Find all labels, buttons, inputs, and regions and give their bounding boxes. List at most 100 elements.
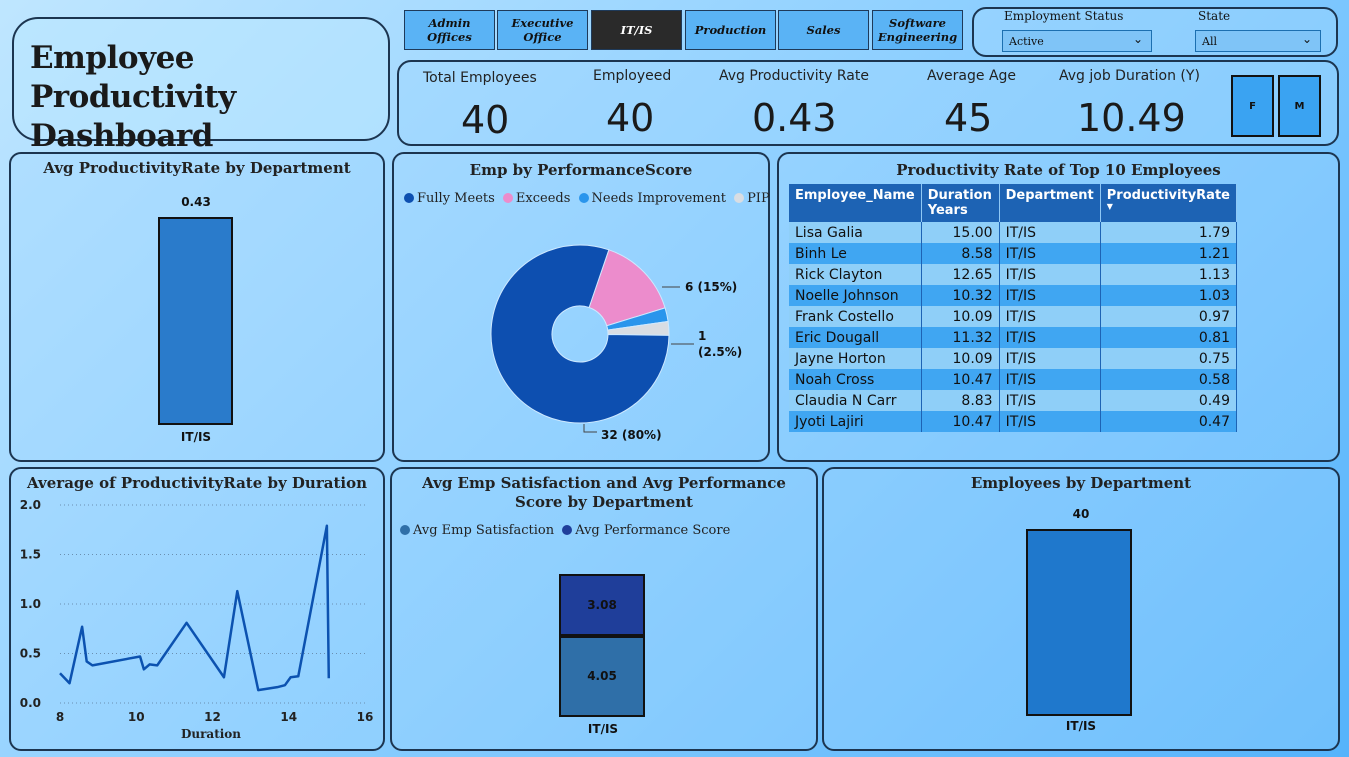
kpi-total-employees-value: 40 [461, 98, 510, 142]
kpi-age-value: 45 [944, 96, 993, 140]
table-cell: IT/IS [999, 411, 1101, 432]
table-cell: 10.09 [921, 306, 1000, 327]
table-cell: 10.47 [921, 369, 1000, 390]
table-header-row: Employee_Name Duration Years Department … [789, 184, 1238, 222]
top10-table: Employee_Name Duration Years Department … [789, 184, 1238, 432]
bar-it-is [158, 217, 233, 425]
x-tick-label: 8 [56, 710, 64, 724]
table-cell: IT/IS [999, 390, 1101, 411]
table-cell: 12.65 [921, 264, 1000, 285]
kpi-total-employees-label: Total Employees [423, 70, 537, 86]
table-cell: Frank Costello [789, 306, 922, 327]
category-label: IT/IS [180, 430, 212, 444]
table-cell: 0.58 [1100, 369, 1238, 390]
x-tick-label: 16 [357, 710, 374, 724]
column-header[interactable]: Department [999, 184, 1101, 222]
kpi-duration-value: 10.49 [1077, 96, 1186, 140]
pie-data-label-percent: (2.5%) [698, 345, 742, 359]
series-line[interactable] [59, 524, 331, 692]
y-tick-label: 0.5 [20, 647, 41, 661]
table-cell: Eric Dougall [789, 327, 922, 348]
tab-executive-office[interactable]: Executive Office [497, 10, 588, 50]
satisfaction-performance-card: Avg Emp Satisfaction and Avg Performance… [390, 467, 818, 751]
table-row[interactable]: Noah Cross 10.47 IT/IS 0.58 [789, 369, 1238, 390]
table-row[interactable]: Binh Le 8.58 IT/IS 1.21 [789, 243, 1238, 264]
table-row[interactable]: Frank Costello 10.09 IT/IS 0.97 [789, 306, 1238, 327]
kpi-employed-label: Employeed [593, 68, 672, 84]
employees-by-department-card: Employees by Department 40 IT/IS [822, 467, 1340, 751]
chart-title: Productivity Rate of Top 10 Employees [896, 161, 1221, 179]
line-chart: 0.0 0.5 1.0 1.5 2.0 8 10 12 14 16 [20, 498, 374, 724]
table-cell: Rick Clayton [789, 264, 922, 285]
sort-desc-icon: ▼ [1106, 202, 1113, 211]
pie-data-label: 32 (80%) [601, 428, 662, 442]
bar-segment-performance[interactable]: 3.08 [559, 574, 645, 636]
leader-line [583, 424, 597, 433]
table-cell: 1.13 [1100, 264, 1238, 285]
gender-male-button[interactable]: M [1278, 75, 1321, 137]
table-cell: 0.75 [1100, 348, 1238, 369]
table-cell: Jyoti Lajiri [789, 411, 922, 432]
bar-segment-satisfaction[interactable]: 4.05 [559, 635, 645, 717]
table-cell: Jayne Horton [789, 348, 922, 369]
chevron-down-icon: ⌄ [1301, 32, 1312, 46]
productivity-by-department-card: Avg ProductivityRate by Department 0.43 … [9, 152, 385, 462]
performance-score-card: Emp by PerformanceScore Fully Meets Exce… [392, 152, 770, 462]
title-card: Employee Productivity Dashboard [12, 17, 390, 154]
kpi-productivity-value: 0.43 [752, 96, 837, 140]
kpi-productivity-label: Avg Productivity Rate [719, 68, 869, 84]
top10-table-card: Productivity Rate of Top 10 Employees Em… [777, 152, 1340, 462]
table-cell: IT/IS [999, 285, 1101, 306]
chart-title: Employees by Department [970, 474, 1192, 492]
table-cell: IT/IS [999, 327, 1101, 348]
table-cell: 0.97 [1100, 306, 1238, 327]
table-cell: 8.83 [921, 390, 1000, 411]
employment-status-select[interactable]: Active ⌄ [1002, 30, 1152, 52]
column-header-sorted[interactable]: ProductivityRate ▼ [1100, 184, 1238, 222]
gender-female-button[interactable]: F [1231, 75, 1274, 137]
state-select[interactable]: All ⌄ [1195, 30, 1321, 52]
table-row[interactable]: Noelle Johnson 10.32 IT/IS 1.03 [789, 285, 1238, 306]
table-cell: IT/IS [999, 243, 1101, 264]
tab-production[interactable]: Production [685, 10, 776, 50]
tab-admin-offices[interactable]: Admin Offices [404, 10, 495, 50]
table-cell: IT/IS [999, 369, 1101, 390]
pie-chart: 6 (15%) 1 (2.5%) 32 (80%) [490, 244, 742, 442]
data-label: 3.08 [587, 597, 617, 612]
employment-status-label: Employment Status [1004, 9, 1124, 23]
table-cell: 10.47 [921, 411, 1000, 432]
productivity-by-duration-card: Average of ProductivityRate by Duration … [9, 467, 385, 751]
table-row[interactable]: Jyoti Lajiri 10.47 IT/IS 0.47 [789, 411, 1238, 432]
data-label: 0.43 [181, 195, 211, 209]
pie-data-label-count: 1 [698, 329, 706, 343]
tab-software-engineering[interactable]: Software Engineering [872, 10, 963, 50]
table-cell: 0.49 [1100, 390, 1238, 411]
kpi-duration-label: Avg job Duration (Y) [1059, 68, 1200, 84]
column-header[interactable]: Employee_Name [789, 184, 922, 222]
tab-it-is[interactable]: IT/IS [591, 10, 682, 50]
category-label: IT/IS [587, 722, 619, 736]
bar-it-is [1026, 529, 1132, 716]
table-cell: Binh Le [789, 243, 922, 264]
table-row[interactable]: Claudia N Carr 8.83 IT/IS 0.49 [789, 390, 1238, 411]
table-cell: IT/IS [999, 306, 1101, 327]
table-row[interactable]: Rick Clayton 12.65 IT/IS 1.13 [789, 264, 1238, 285]
x-axis-label: Duration [180, 727, 242, 741]
table-cell: 10.09 [921, 348, 1000, 369]
table-row[interactable]: Lisa Galia 15.00 IT/IS 1.79 [789, 222, 1238, 243]
table-cell: 0.81 [1100, 327, 1238, 348]
table-cell: IT/IS [999, 264, 1101, 285]
table-cell: Lisa Galia [789, 222, 922, 243]
column-header[interactable]: Duration Years [921, 184, 1000, 222]
table-row[interactable]: Eric Dougall 11.32 IT/IS 0.81 [789, 327, 1238, 348]
table-cell: 11.32 [921, 327, 1000, 348]
kpi-employed-value: 40 [606, 96, 655, 140]
y-tick-label: 0.0 [20, 696, 41, 710]
state-label: State [1198, 9, 1231, 23]
chart-title: Avg ProductivityRate by Department [43, 159, 351, 177]
table-cell: Noah Cross [789, 369, 922, 390]
tab-sales[interactable]: Sales [778, 10, 869, 50]
table-cell: 1.21 [1100, 243, 1238, 264]
table-row[interactable]: Jayne Horton 10.09 IT/IS 0.75 [789, 348, 1238, 369]
x-tick-label: 12 [204, 710, 221, 724]
